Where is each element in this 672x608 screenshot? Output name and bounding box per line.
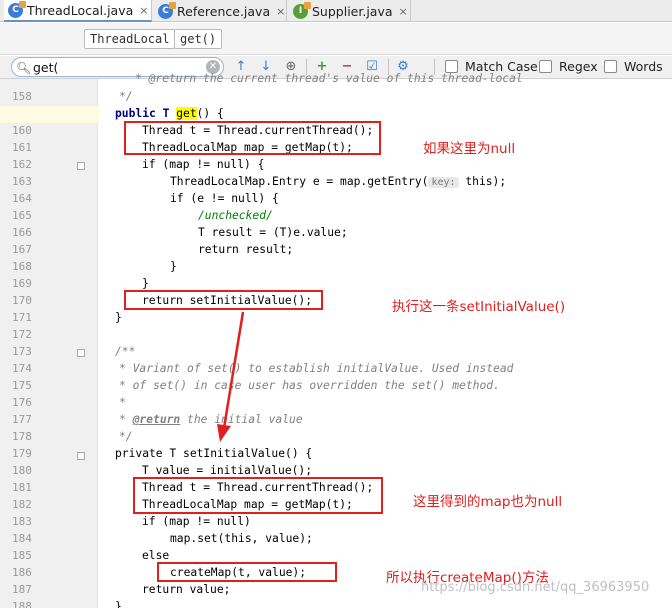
watermark: https://blog.csdn.net/qq_36963950 [421,580,650,595]
annotation-note-2: 执行这一条setInitialValue() [392,299,566,315]
annotation-note-1: 如果这里为null [423,141,516,157]
annotation-note-3: 这里得到的map也为null [413,494,563,510]
flow-arrow [217,311,245,442]
